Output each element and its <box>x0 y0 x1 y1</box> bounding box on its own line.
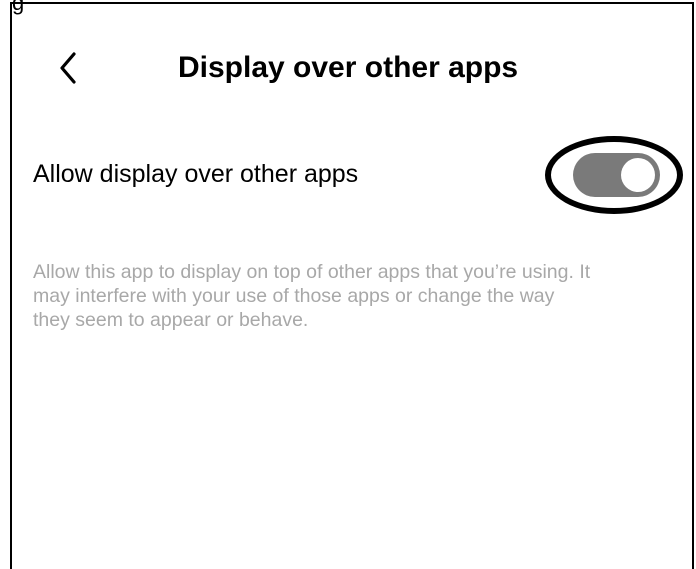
page-title: Display over other apps <box>178 51 519 84</box>
app-bar: Display over other apps <box>12 4 692 124</box>
setting-row-allow-display[interactable]: Allow display over other apps <box>12 128 692 228</box>
back-button[interactable] <box>52 48 84 88</box>
setting-description: Allow this app to display on top of othe… <box>33 261 591 331</box>
screen-frame: g Display over other apps Allow display … <box>10 0 694 569</box>
toggle-thumb <box>621 158 655 192</box>
toggle-container <box>545 136 683 214</box>
chevron-left-icon <box>60 52 76 84</box>
allow-display-toggle[interactable] <box>573 153 660 197</box>
setting-label: Allow display over other apps <box>33 160 359 188</box>
